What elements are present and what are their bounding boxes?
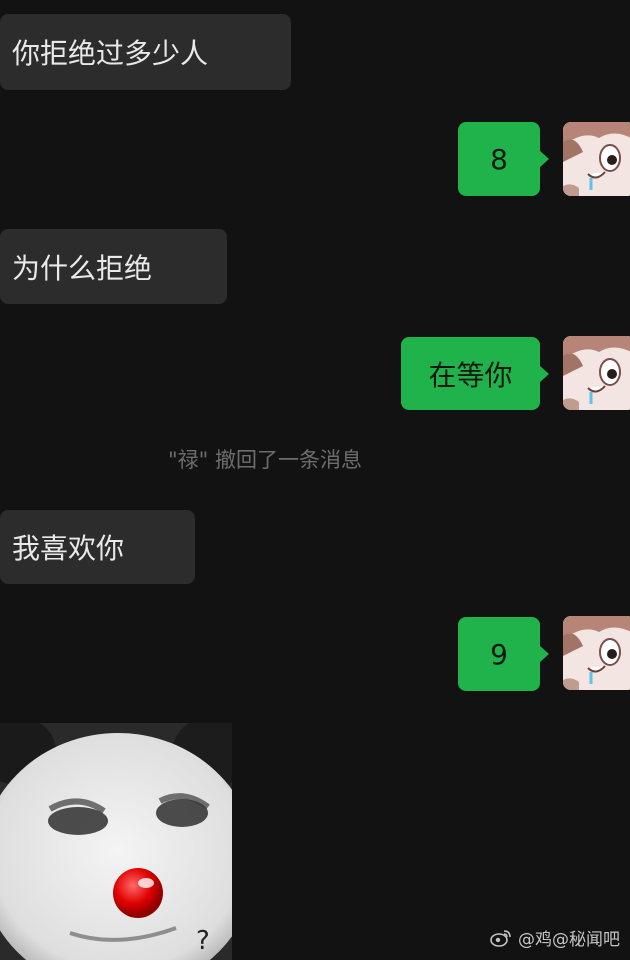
message-text: 我喜欢你 (12, 532, 125, 565)
sticker-image[interactable]: ? (0, 723, 232, 960)
user-avatar[interactable] (563, 122, 630, 196)
message-text: 8 (490, 142, 508, 176)
message-text: 为什么拒绝 (12, 251, 153, 285)
outgoing-message[interactable]: 在等你 (401, 337, 549, 410)
user-avatar[interactable] (563, 616, 630, 690)
message-text: 你拒绝过多少人 (12, 37, 209, 70)
incoming-message[interactable]: 我喜欢你 (0, 510, 195, 584)
incoming-message[interactable]: 你拒绝过多少人 (0, 14, 291, 90)
outgoing-message[interactable]: 9 (458, 617, 549, 691)
weibo-icon (490, 929, 511, 947)
avatar-face-icon (563, 336, 630, 410)
outgoing-message[interactable]: 8 (458, 122, 549, 196)
sticker-label: ? (196, 926, 210, 956)
weibo-watermark: @鸡@秘闻吧 (490, 925, 620, 950)
incoming-message[interactable]: 为什么拒绝 (0, 229, 227, 304)
user-avatar[interactable] (563, 336, 630, 410)
message-text: 在等你 (428, 358, 513, 392)
message-text: 9 (490, 637, 508, 671)
panda-sticker-icon: ? (0, 723, 232, 960)
watermark-text: @鸡@秘闻吧 (518, 930, 620, 950)
recall-notice: "禄" 撤回了一条消息 (168, 448, 362, 472)
avatar-face-icon (563, 616, 630, 690)
avatar-face-icon (563, 122, 630, 196)
